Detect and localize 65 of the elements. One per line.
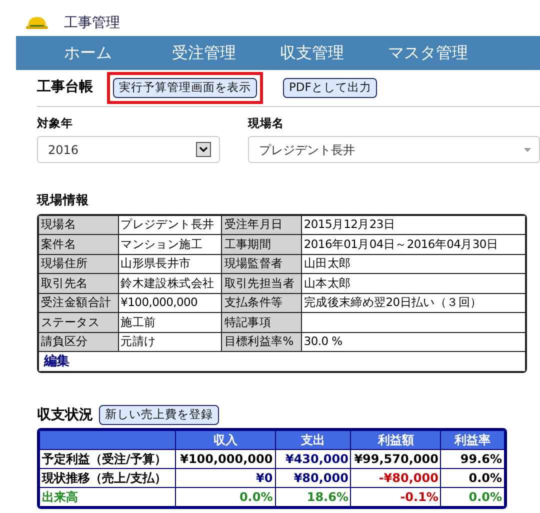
edit-link[interactable]: 編集	[44, 354, 70, 370]
field-label: 取引先担当者	[222, 274, 302, 294]
field-label: 工事期間	[222, 234, 302, 254]
field-value: 2016年01月04日～2016年04月30日	[301, 234, 526, 254]
table-cell: 0.0%	[440, 487, 504, 506]
app-title: 工事管理	[64, 14, 120, 32]
table-cell: -¥80,000	[350, 468, 441, 488]
nav-link[interactable]: ホーム	[64, 36, 172, 70]
action-button[interactable]: PDFとして出力	[283, 78, 378, 98]
table-cell: 0.0%	[175, 487, 276, 506]
table-cell: ¥430,000	[275, 449, 351, 468]
column-header: 支出	[275, 430, 351, 450]
action-button[interactable]: 実行予算管理画面を表示	[113, 78, 257, 98]
nav-link[interactable]: 収支管理	[280, 36, 388, 70]
field-label: 取引先名	[38, 274, 118, 294]
caret-icon[interactable]	[524, 148, 531, 152]
field-label: 対象年	[37, 114, 74, 132]
field-value: プレジデント長井	[118, 215, 222, 235]
table-cell: ¥0	[175, 468, 276, 488]
field-label: 請負区分	[38, 332, 118, 352]
column-header: 収入	[175, 430, 276, 450]
field-value: 山形県長井市	[118, 254, 222, 274]
field-label: 受注金額合計	[38, 293, 118, 313]
field-label: 現場監督者	[222, 254, 302, 274]
field-label: 受注年月日	[222, 215, 302, 235]
field-label: 現場住所	[38, 254, 118, 274]
field-label: 目標利益率%	[222, 332, 302, 352]
table-cell: 0.0%	[440, 468, 504, 488]
row-label: 出来高	[40, 487, 176, 506]
field-label: 支払条件等	[222, 293, 302, 313]
table-cell: -0.1%	[350, 487, 441, 506]
register-button[interactable]: 新しい売上費を登録	[99, 405, 219, 426]
year-select[interactable]: 2016	[37, 136, 220, 164]
nav-link[interactable]: マスタ管理	[388, 36, 496, 70]
section-title: 工事台帳	[37, 78, 93, 98]
field-label: 現場名	[248, 114, 285, 132]
row-label: 現状推移（売上/支払）	[40, 468, 176, 488]
nav-link[interactable]: 受注管理	[172, 36, 280, 70]
site-select[interactable]: プレジデント長井	[248, 136, 540, 164]
table-cell: 18.6%	[275, 487, 351, 506]
field-label: 現場名	[38, 215, 118, 235]
field-value: ¥100,000,000	[118, 293, 222, 313]
field-value: 山田太郎	[301, 254, 526, 274]
field-value: 鈴木建設株式会社	[118, 274, 222, 294]
dropdown-icon[interactable]	[196, 142, 211, 158]
field-label: 特記事項	[222, 312, 302, 332]
hard-hat-icon	[26, 16, 48, 30]
column-header: 利益額	[350, 430, 441, 450]
field-label: ステータス	[38, 312, 118, 332]
table-cell: 99.6%	[440, 449, 504, 468]
field-value: 山本太郎	[301, 274, 526, 294]
row-label: 予定利益（受注/予算）	[40, 449, 176, 468]
field-value: マンション施工	[118, 234, 222, 254]
field-value: 30.0 %	[301, 332, 526, 352]
field-value: 元請け	[118, 332, 222, 352]
field-label: 案件名	[38, 234, 118, 254]
table-cell: ¥99,570,000	[350, 449, 441, 468]
table-cell: ¥80,000	[275, 468, 351, 488]
column-header: 利益率	[440, 430, 504, 450]
field-value: 施工前	[118, 312, 222, 332]
section-title: 現場情報	[37, 191, 89, 210]
section-title: 収支状況	[37, 406, 93, 425]
field-value: 2015月12月23日	[301, 215, 526, 235]
table-cell: ¥100,000,000	[175, 449, 276, 468]
field-value: 完成後末締め翌20日払い（３回）	[301, 293, 526, 313]
